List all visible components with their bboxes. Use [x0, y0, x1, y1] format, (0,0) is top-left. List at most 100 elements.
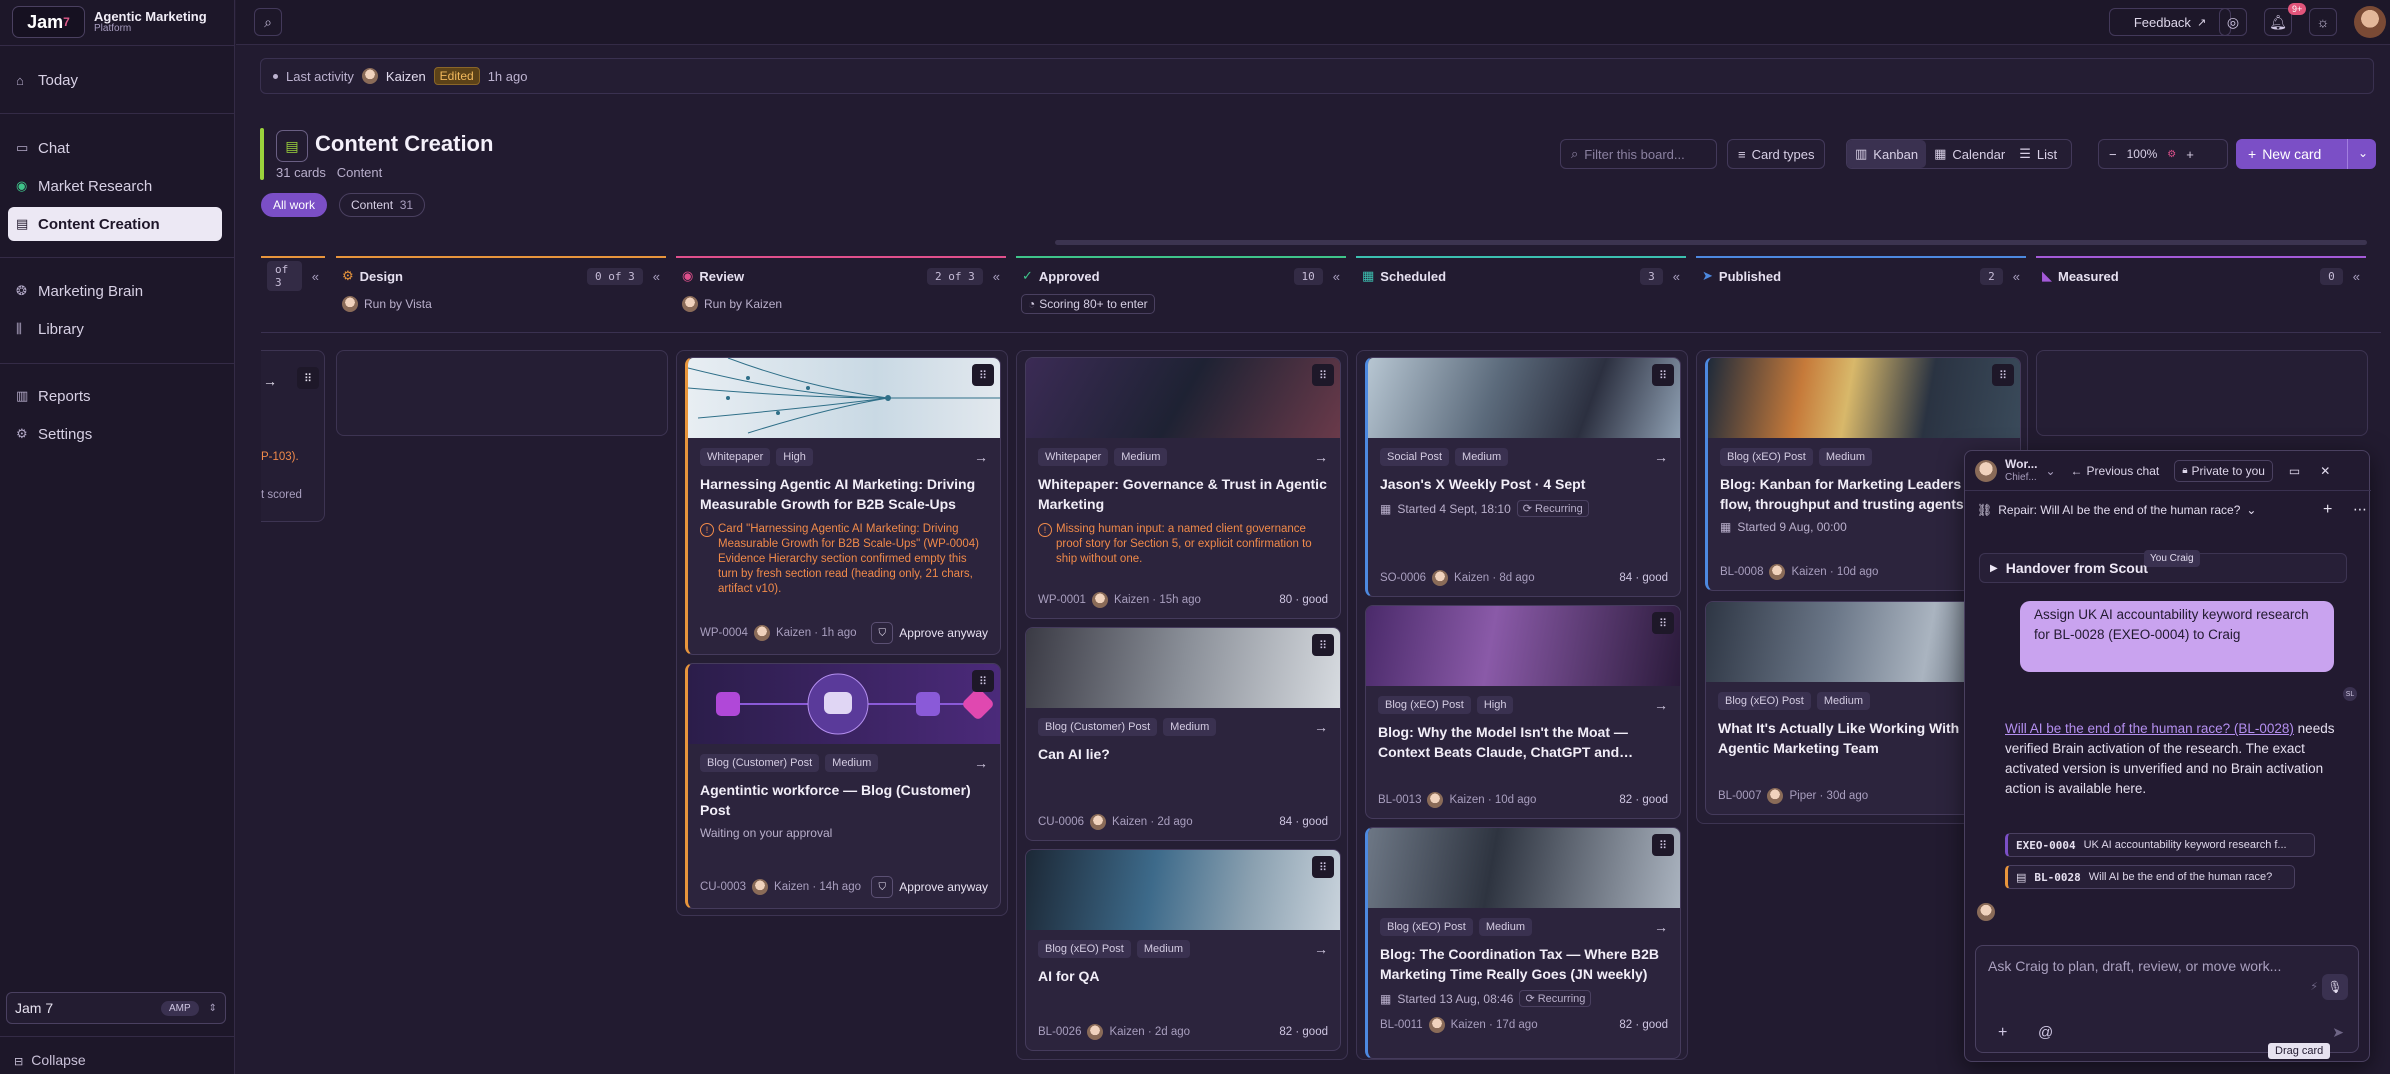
attach-button[interactable]: + [1998, 1024, 2007, 1042]
arrow-right-icon[interactable]: → [1314, 941, 1328, 957]
link-icon: ⛓ [1977, 503, 1993, 517]
sidebar-item-chat[interactable]: ▭ Chat [8, 131, 222, 165]
new-thread-button[interactable]: + [2323, 501, 2332, 519]
sidebar-item-market-research[interactable]: ◉ Market Research [8, 169, 222, 203]
privacy-button[interactable]: 🔒︎ Private to you [2174, 459, 2273, 482]
sparkle-icon[interactable]: ⚡ [2310, 980, 2318, 993]
mention-button[interactable]: @ [2038, 1024, 2053, 1041]
compass-button[interactable]: ◎ [2219, 8, 2247, 36]
card-image: ⠿ [688, 358, 1000, 438]
sidebar-item-marketing-brain[interactable]: ❂ Marketing Brain [8, 274, 222, 308]
filter-board-input[interactable]: ⌕ Filter this board... [1560, 139, 1717, 169]
card-link[interactable]: Will AI be the end of the human race? (B… [2005, 721, 2294, 736]
card-author: Kaizen · 10d ago [1449, 794, 1537, 806]
drag-handle-icon[interactable]: ⠿ [972, 364, 994, 386]
sidebar-item-settings[interactable]: ⚙ Settings [8, 417, 222, 451]
microphone-button[interactable]: 🎙︎ [2322, 974, 2348, 1000]
collapse-column-button[interactable]: « [2353, 269, 2360, 284]
arrow-right-icon[interactable]: → [974, 755, 988, 771]
tab-label: Calendar [1952, 146, 2006, 162]
chevron-down-icon[interactable]: ⌄ [2358, 146, 2368, 160]
run-by: Run by Vista [342, 296, 432, 312]
drag-handle-icon[interactable]: ⠿ [972, 670, 994, 692]
zoom-in-button[interactable]: + [2186, 147, 2194, 162]
shield-icon: ⛉ [871, 876, 894, 898]
search-button[interactable]: ⌕ [254, 8, 282, 36]
send-button[interactable]: ➤ [2332, 1024, 2344, 1041]
sun-icon: ☼ [2316, 14, 2330, 30]
approve-anyway-button[interactable]: ⛉ Approve anyway [871, 876, 988, 898]
sidebar-item-library[interactable]: ⫼ Library [8, 312, 222, 346]
collapse-column-button[interactable]: « [1333, 269, 1340, 284]
chevron-left-icon[interactable]: « [312, 269, 319, 284]
new-card-button[interactable]: + New card ⌄ [2236, 139, 2376, 169]
approve-anyway-button[interactable]: ⛉ Approve anyway [871, 622, 988, 644]
arrow-right-icon[interactable]: → [1654, 449, 1668, 465]
settings-dot-icon[interactable]: ⚙ [2167, 149, 2176, 160]
user-initials-avatar: SL [2343, 687, 2357, 701]
arrow-right-icon[interactable]: → [1654, 697, 1668, 713]
board-horizontal-scrollbar[interactable] [1055, 240, 2367, 245]
column-count: 0 of 3 [587, 267, 643, 285]
minimize-icon[interactable]: ▭ [2289, 464, 2300, 478]
sidebar-item-content-creation[interactable]: ▤ Content Creation [8, 207, 222, 241]
drag-handle-icon[interactable]: ⠿ [1652, 612, 1674, 634]
drag-handle-icon[interactable]: ⠿ [1652, 364, 1674, 386]
activity-dot [273, 73, 278, 79]
chevron-down-icon[interactable]: ⌄ [2045, 464, 2055, 478]
more-icon[interactable]: ⋯ [2353, 501, 2367, 518]
kanban-card[interactable]: ⠿ Blog (xEO) Post Medium → AI for QA BL-00… [1025, 849, 1341, 1051]
card-reference[interactable]: EXEO-0004 UK AI accountability keyword re… [2005, 833, 2315, 857]
drag-handle-icon[interactable]: ⠿ [1312, 856, 1334, 878]
collapse-column-button[interactable]: « [653, 269, 660, 284]
arrow-right-icon[interactable]: → [1314, 449, 1328, 465]
card-types-button[interactable]: ≡ Card types [1727, 139, 1826, 169]
search-icon: ⌕ [1571, 146, 1579, 161]
arrow-right-icon[interactable]: → [1314, 719, 1328, 735]
workspace-switcher[interactable]: Jam 7 AMP ⇕ [6, 992, 226, 1024]
kanban-card[interactable]: ⠿ Whitepaper High → Harnessing Agentic AI … [685, 357, 1001, 655]
collapse-column-button[interactable]: « [2013, 269, 2020, 284]
kanban-card[interactable]: ⠿ Blog (Customer) Post Medium → Can AI lie… [1025, 627, 1341, 841]
jam-logo[interactable]: Jam 7 [12, 6, 85, 38]
drag-handle-icon[interactable]: ⠿ [1992, 364, 2014, 386]
gauge-icon: ◔ [1028, 297, 1036, 311]
kanban-card[interactable]: ⠿ Whitepaper Medium → Whitepaper: Governan… [1025, 357, 1341, 619]
arrow-right-icon[interactable]: → [1654, 919, 1668, 935]
previous-chat-button[interactable]: ← Previous chat [2064, 461, 2167, 481]
drag-handle-icon[interactable]: ⠿ [1312, 364, 1334, 386]
collapse-column-button[interactable]: « [1673, 269, 1680, 284]
filter-content[interactable]: Content 31 [339, 193, 426, 217]
chat-header: Wor... Chief... ⌄ ← Previous chat 🔒︎ Privat… [1965, 451, 2371, 491]
collapse-button[interactable]: ⊟ Collapse [14, 1052, 86, 1068]
drag-handle-icon[interactable]: ⠿ [297, 367, 319, 389]
tab-list[interactable]: ☰ List [2013, 146, 2063, 162]
theme-toggle-button[interactable]: ☼ [2309, 8, 2337, 36]
close-icon[interactable]: ✕ [2320, 464, 2330, 478]
collapse-column-button[interactable]: « [993, 269, 1000, 284]
feedback-button[interactable]: Feedback ↗ [2109, 8, 2231, 36]
kanban-icon: ▥ [1855, 146, 1868, 161]
kanban-card[interactable]: ⠿ Blog (xEO) Post Medium → Blog: The Coord… [1365, 827, 1681, 1059]
user-avatar[interactable] [2354, 6, 2386, 38]
handover-label: Handover from Scout [2005, 560, 2149, 576]
column-count: 2 of 3 [927, 267, 983, 285]
sidebar-item-today[interactable]: ⌂ Today [8, 63, 222, 97]
notifications-button[interactable]: 🔔︎ [2264, 8, 2292, 36]
view-switcher: ▥ Kanban ▦ Calendar ☰ List [1846, 139, 2072, 169]
drag-handle-icon[interactable]: ⠿ [1652, 834, 1674, 856]
tab-kanban[interactable]: ▥ Kanban [1847, 140, 1927, 168]
card-reference[interactable]: ▤ BL-0028 Will AI be the end of the human … [2005, 865, 2295, 889]
tab-calendar[interactable]: ▦ Calendar [1926, 146, 2013, 162]
kanban-card[interactable]: ⠿ Blog (xEO) Post High → Blog: Why the Mod… [1365, 605, 1681, 819]
sidebar-item-reports[interactable]: ▥ Reports [8, 379, 222, 413]
zoom-out-button[interactable]: − [2109, 147, 2117, 162]
filter-all-work[interactable]: All work [261, 193, 328, 217]
kanban-card[interactable]: ⠿ Blog (Customer) Post Medium → Agentintic… [685, 663, 1001, 909]
drag-handle-icon[interactable]: ⠿ [1312, 634, 1334, 656]
thread-title[interactable]: ⛓ Repair: Will AI be the end of the human… [1977, 503, 2256, 517]
ref-text: Will AI be the end of the human race? [2088, 871, 2273, 883]
chat-input[interactable]: Ask Craig to plan, draft, review, or mov… [1975, 945, 2359, 1053]
kanban-card[interactable]: ⠿ Social Post Medium → Jason's X Weekly Po… [1365, 357, 1681, 597]
arrow-right-icon[interactable]: → [974, 449, 988, 465]
